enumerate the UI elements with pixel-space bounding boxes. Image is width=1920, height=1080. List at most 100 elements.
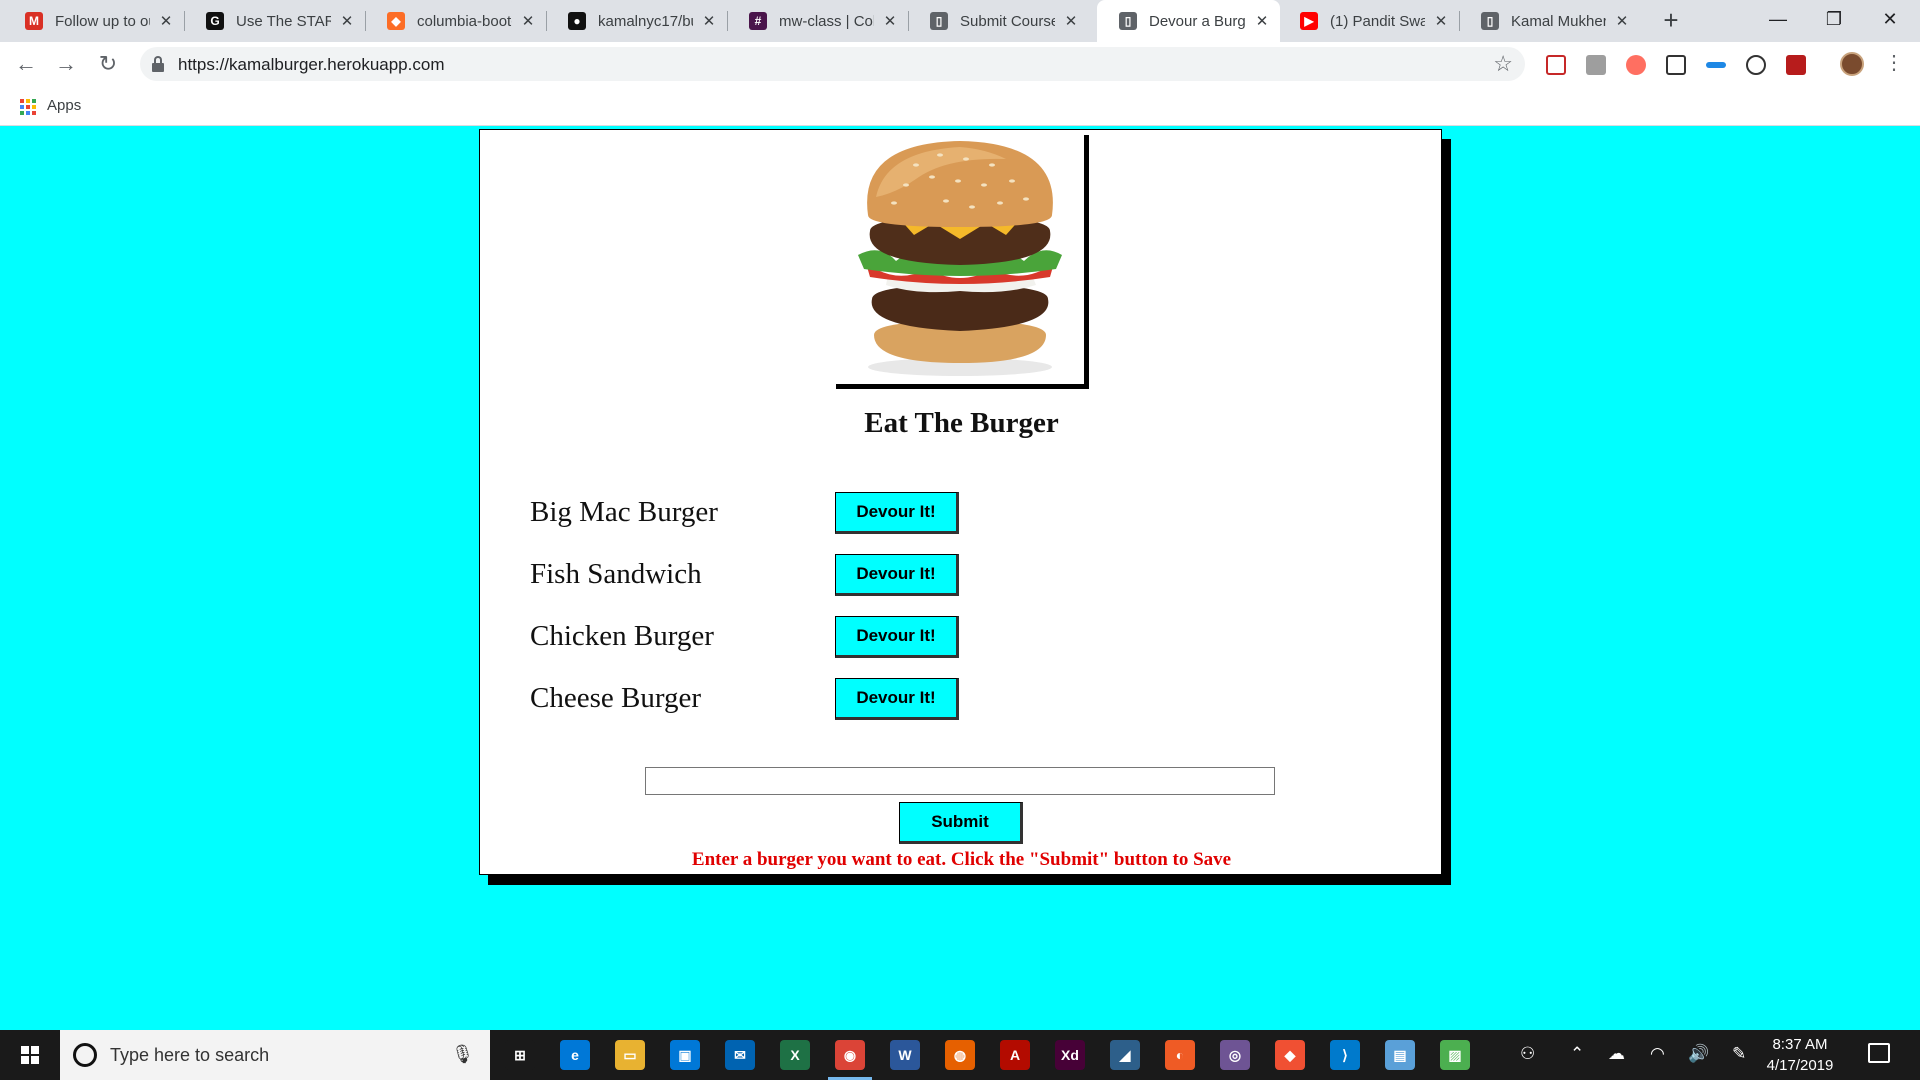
browser-tab[interactable]: ▶ (1) Pandit Swap ✕ bbox=[1278, 0, 1459, 42]
taskbar-search-box[interactable]: Type here to search 🎙 bbox=[60, 1030, 490, 1080]
restore-button[interactable]: ❐ bbox=[1806, 0, 1862, 42]
start-button[interactable] bbox=[0, 1030, 60, 1080]
people-icon[interactable]: ⚇ bbox=[1520, 1044, 1535, 1064]
microphone-icon[interactable]: 🎙 bbox=[451, 1044, 474, 1065]
submit-button[interactable]: Submit bbox=[899, 802, 1023, 844]
instruction-text: Enter a burger you want to eat. Click th… bbox=[691, 849, 1232, 870]
devour-button[interactable]: Devour It! bbox=[835, 678, 959, 720]
devtools-extension-icon[interactable] bbox=[1746, 55, 1766, 75]
browser-tab[interactable]: M Follow up to our ✕ bbox=[3, 0, 184, 42]
notepad-icon[interactable]: ▤ bbox=[1385, 1040, 1415, 1070]
github-desktop-icon[interactable]: ◎ bbox=[1220, 1040, 1250, 1070]
mysql-workbench-icon[interactable]: ◢ bbox=[1110, 1040, 1140, 1070]
volume-icon[interactable]: 🔊 bbox=[1688, 1044, 1709, 1064]
browser-tab[interactable]: G Use The STAR Te ✕ bbox=[184, 0, 365, 42]
close-tab-icon[interactable]: ✕ bbox=[1063, 12, 1079, 30]
edge-icon[interactable]: e bbox=[560, 1040, 590, 1070]
browser-tab[interactable]: ● kamalnyc17/bur ✕ bbox=[546, 0, 727, 42]
devour-button[interactable]: Devour It! bbox=[835, 492, 959, 534]
devour-button[interactable]: Devour It! bbox=[835, 616, 959, 658]
close-tab-icon[interactable]: ✕ bbox=[520, 12, 536, 30]
close-tab-icon[interactable]: ✕ bbox=[158, 12, 174, 30]
burger-list-item: Big Mac Burger Devour It! bbox=[530, 492, 1030, 540]
screencast-extension-icon[interactable] bbox=[1626, 55, 1646, 75]
forward-button[interactable]: → bbox=[50, 48, 82, 80]
pocket-extension-icon[interactable] bbox=[1546, 55, 1566, 75]
close-tab-icon[interactable]: ✕ bbox=[701, 12, 717, 30]
task-view-icon[interactable]: ⊞ bbox=[505, 1040, 535, 1070]
vscode-icon[interactable]: ⟩ bbox=[1330, 1040, 1360, 1070]
close-tab-icon[interactable]: ✕ bbox=[1433, 12, 1449, 30]
adobe-xd-icon[interactable]: Xd bbox=[1055, 1040, 1085, 1070]
youtube-icon: ▶ bbox=[1300, 12, 1318, 30]
burger-image-frame bbox=[836, 135, 1089, 389]
burger-name: Chicken Burger bbox=[530, 620, 714, 652]
show-hidden-icons-icon[interactable]: ⌃ bbox=[1570, 1044, 1584, 1064]
bookmark-star-icon[interactable]: ☆ bbox=[1493, 51, 1513, 77]
reload-icon: ↻ bbox=[98, 51, 118, 76]
close-tab-icon[interactable]: ✕ bbox=[339, 12, 355, 30]
file-explorer-icon[interactable]: ▭ bbox=[615, 1040, 645, 1070]
onedrive-icon[interactable]: ☁ bbox=[1608, 1044, 1625, 1064]
lastpass-extension-icon[interactable] bbox=[1586, 55, 1606, 75]
page-icon: ▯ bbox=[1119, 12, 1137, 30]
url-text[interactable]: https://kamalburger.herokuapp.com bbox=[178, 55, 444, 75]
postman-icon[interactable]: ◐ bbox=[1165, 1040, 1195, 1070]
close-tab-icon[interactable]: ✕ bbox=[1254, 12, 1270, 30]
page-icon: ▯ bbox=[930, 12, 948, 30]
devour-button[interactable]: Devour It! bbox=[835, 554, 959, 596]
grammarly-icon: G bbox=[206, 12, 224, 30]
acrobat-icon[interactable]: A bbox=[1000, 1040, 1030, 1070]
clock-time: 8:37 AM bbox=[1772, 1036, 1828, 1053]
burger-card: Eat The Burger Big Mac Burger Devour It!… bbox=[479, 129, 1442, 875]
pdf-extension-icon[interactable] bbox=[1786, 55, 1806, 75]
search-placeholder: Type here to search bbox=[110, 1045, 270, 1065]
close-window-button[interactable]: ✕ bbox=[1862, 0, 1918, 42]
burger-image bbox=[836, 135, 1084, 384]
windows-taskbar: Type here to search 🎙 ⊞ e ▭ ▣ ✉ X ◉ W ◍ A Xd ◢ ◐ ◎ ◆ ⟩ ▤… bbox=[0, 1030, 1920, 1080]
chrome-icon[interactable]: ◉ bbox=[835, 1040, 865, 1070]
browser-tab-bar: M Follow up to our ✕ G Use The STAR Te ✕ ◆ colu… bbox=[0, 0, 1920, 42]
apps-bookmark-label[interactable]: Apps bbox=[47, 97, 81, 114]
browser-tab[interactable]: ▯ Devour a Burge ✕ bbox=[1097, 0, 1280, 42]
word-icon[interactable]: W bbox=[890, 1040, 920, 1070]
slack-icon: # bbox=[749, 12, 767, 30]
new-tab-button[interactable]: + bbox=[1656, 6, 1686, 36]
burger-name: Fish Sandwich bbox=[530, 558, 702, 590]
minimize-button[interactable]: — bbox=[1750, 0, 1806, 42]
paint-icon[interactable]: ▨ bbox=[1440, 1040, 1470, 1070]
gmail-icon: M bbox=[25, 12, 43, 30]
back-button[interactable]: ← bbox=[10, 48, 42, 80]
burger-name-input[interactable] bbox=[645, 767, 1275, 795]
firefox-icon[interactable]: ◍ bbox=[945, 1040, 975, 1070]
windows-logo-icon bbox=[21, 1046, 39, 1064]
action-center-icon[interactable] bbox=[1868, 1043, 1890, 1063]
screenshot-extension-icon[interactable] bbox=[1666, 55, 1686, 75]
reload-button[interactable]: ↻ bbox=[92, 48, 124, 80]
github-icon: ● bbox=[568, 12, 586, 30]
tab-title: kamalnyc17/bur bbox=[598, 12, 693, 30]
page-icon: ▯ bbox=[1481, 12, 1499, 30]
profile-avatar[interactable] bbox=[1840, 52, 1864, 76]
pen-workspace-icon[interactable]: ✎ bbox=[1732, 1044, 1746, 1064]
close-tab-icon[interactable]: ✕ bbox=[1614, 12, 1630, 30]
wifi-icon[interactable]: ◠ bbox=[1650, 1044, 1665, 1064]
browser-tab[interactable]: ▯ Submit Course ✕ bbox=[908, 0, 1089, 42]
tab-title: Follow up to our bbox=[55, 12, 150, 30]
browser-tab[interactable]: ▯ Kamal Mukherj ✕ bbox=[1459, 0, 1640, 42]
tab-title: Devour a Burge bbox=[1149, 12, 1246, 30]
address-bar[interactable]: https://kamalburger.herokuapp.com ☆ bbox=[140, 47, 1525, 81]
sync-extension-icon[interactable] bbox=[1706, 62, 1726, 68]
browser-tab[interactable]: # mw-class | Colu ✕ bbox=[727, 0, 908, 42]
close-tab-icon[interactable]: ✕ bbox=[882, 12, 898, 30]
excel-icon[interactable]: X bbox=[780, 1040, 810, 1070]
browser-tab[interactable]: ◆ columbia-bootca ✕ bbox=[365, 0, 546, 42]
gitlab-icon: ◆ bbox=[387, 12, 405, 30]
browser-menu-icon[interactable]: ⋮ bbox=[1884, 50, 1904, 76]
store-icon[interactable]: ▣ bbox=[670, 1040, 700, 1070]
git-icon[interactable]: ◆ bbox=[1275, 1040, 1305, 1070]
apps-grid-icon[interactable] bbox=[20, 99, 36, 115]
bookmarks-bar: Apps bbox=[0, 86, 1920, 126]
mail-icon[interactable]: ✉ bbox=[725, 1040, 755, 1070]
taskbar-clock[interactable]: 8:37 AM 4/17/2019 bbox=[1760, 1034, 1840, 1076]
